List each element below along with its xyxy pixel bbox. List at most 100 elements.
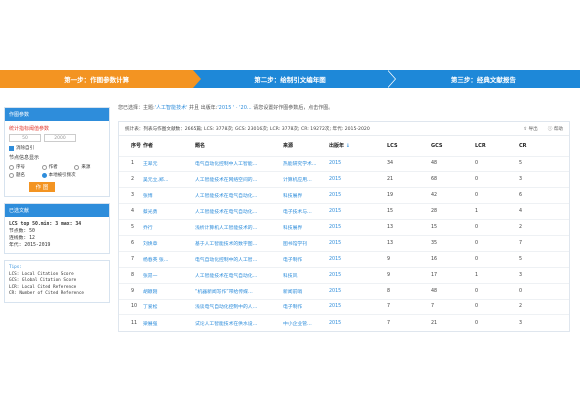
- table-row[interactable]: 10 丁爱松 浅谈电气自动化控制中的人… 电子制作 2015 7 7 0 2: [119, 298, 569, 315]
- cell-index: 6: [119, 234, 143, 252]
- cell-title[interactable]: 试论人工智能技术在供水设…: [195, 314, 283, 331]
- radio-icon: [9, 164, 14, 170]
- cell-author[interactable]: 梁展强: [143, 314, 195, 331]
- cell-source[interactable]: 电子制作: [283, 298, 329, 315]
- col-author[interactable]: 作者: [143, 136, 195, 156]
- table-row[interactable]: 6 刘焕章 基于人工智能技术的数字图… 图书馆学刊 2015 13 35 0 7: [119, 234, 569, 252]
- cell-lcr: 1: [475, 203, 519, 220]
- cell-lcs: 21: [387, 171, 431, 188]
- remove-self-citation-checkbox[interactable]: [9, 145, 14, 151]
- stats-bar: 统计表：列表与作图文献数：2665篇; LCS: 3778次; GCS: 230…: [119, 122, 569, 136]
- step-1-tab[interactable]: 第一步：作图参数计算: [0, 70, 202, 88]
- cell-index: 5: [119, 219, 143, 236]
- cell-author[interactable]: 吴元立,郑…: [143, 171, 195, 188]
- threshold-hint: 统计指标阈值参数: [9, 126, 50, 132]
- remove-self-citation[interactable]: 消除自引: [9, 145, 105, 151]
- step-3-tab[interactable]: 第三步：经典文献报告: [386, 70, 580, 88]
- cell-author[interactable]: 刘焕章: [143, 234, 195, 252]
- cell-author[interactable]: 乔行: [143, 219, 195, 236]
- cell-cr: 2: [519, 298, 569, 315]
- table-row[interactable]: 11 梁展强 试论人工智能技术在供水设… 中小企业管… 2015 7 21 0 3: [119, 314, 569, 331]
- cell-gcs: 21: [431, 314, 475, 331]
- export-button[interactable]: ⇪ 导出: [523, 126, 538, 132]
- cell-title[interactable]: 人工智能技术在网络空间的…: [195, 171, 283, 188]
- cell-title[interactable]: 电气自动化控制中的人工智…: [195, 250, 283, 268]
- cell-title[interactable]: 人工智能技术在电气自动化…: [195, 266, 283, 284]
- threshold-input-1[interactable]: 50: [9, 134, 41, 142]
- cell-source[interactable]: 图书馆学刊: [283, 234, 329, 252]
- cell-gcs: 17: [431, 266, 475, 284]
- results-table: 序号 作者 题名 来源 出版年 ↓ LCS GCS LCR CR 1 王翠元 电气自…: [119, 136, 569, 331]
- cell-title[interactable]: 基于人工智能技术的数字图…: [195, 234, 283, 252]
- threshold-input-2[interactable]: 2000: [44, 134, 76, 142]
- cell-source[interactable]: 新闻前哨: [283, 282, 329, 300]
- cell-source[interactable]: 热能研究学术…: [283, 155, 329, 172]
- col-source[interactable]: 来源: [283, 136, 329, 156]
- cell-source[interactable]: 电子技术与…: [283, 203, 329, 220]
- crumb-suffix: 请您设置好作图参数后，点击作图。: [253, 105, 334, 111]
- tips-panel: Tips: LCS: Local Citation Score GCS: Glo…: [4, 260, 110, 303]
- cell-cr: 4: [519, 203, 569, 220]
- tip-line: CR: Number of Cited Reference: [9, 291, 85, 296]
- option-local-cited[interactable]: 本地被引频次: [41, 172, 105, 178]
- cell-title[interactable]: 人工智能技术在电气自动化…: [195, 203, 283, 220]
- cell-source[interactable]: 计算机应用…: [283, 171, 329, 188]
- cell-author[interactable]: 张博: [143, 187, 195, 204]
- selection-breadcrumb: 您已选择：主题:'人工智能技术' 并且 出版年:'2015 ' · '20...…: [118, 104, 570, 111]
- option-index[interactable]: 序号: [9, 164, 40, 170]
- cell-cr: 3: [519, 314, 569, 331]
- cell-author[interactable]: 杨春英 张…: [143, 250, 195, 268]
- cell-cr: 5: [519, 155, 569, 172]
- col-cr[interactable]: CR: [519, 136, 569, 156]
- remove-self-citation-label: 消除自引: [16, 146, 34, 151]
- cell-source[interactable]: 电子制作: [283, 250, 329, 268]
- cell-gcs: 68: [431, 171, 475, 188]
- cell-source[interactable]: 中小企业管…: [283, 314, 329, 331]
- cell-gcs: 15: [431, 219, 475, 236]
- cell-cr: 2: [519, 219, 569, 236]
- plot-button[interactable]: 作 图: [29, 182, 55, 192]
- table-row[interactable]: 4 蔡光勇 人工智能技术在电气自动化… 电子技术与… 2015 15 28 1 4: [119, 203, 569, 220]
- table-row[interactable]: 1 王翠元 电气自动化控制中人工智能… 热能研究学术… 2015 34 48 0 5: [119, 155, 569, 172]
- help-button[interactable]: ⓘ 帮助: [548, 126, 563, 132]
- cell-lcr: 0: [475, 298, 519, 315]
- cell-title[interactable]: 人工智能技术在电气自动化…: [195, 187, 283, 204]
- table-row[interactable]: 5 乔行 浅析计算机人工智能技术的… 科技展界 2015 13 15 0 2: [119, 219, 569, 236]
- option-author[interactable]: 作者: [41, 164, 73, 170]
- cell-author[interactable]: 丁爱松: [143, 298, 195, 315]
- cell-source[interactable]: 科技展界: [283, 219, 329, 236]
- table-row[interactable]: 7 杨春英 张… 电气自动化控制中的人工智… 电子制作 2015 9 16 0 5: [119, 250, 569, 268]
- col-title[interactable]: 题名: [195, 136, 283, 156]
- cell-title[interactable]: 浅谈电气自动化控制中的人…: [195, 298, 283, 315]
- help-icon: ⓘ: [547, 126, 553, 132]
- step-2-label: 第二步：绘制引文编年图: [254, 76, 326, 84]
- col-lcs[interactable]: LCS: [387, 136, 431, 156]
- cell-author[interactable]: 张昂一: [143, 266, 195, 284]
- step-bar: 第一步：作图参数计算 第二步：绘制引文编年图 第三步：经典文献报告: [0, 70, 580, 88]
- crumb-mid: 并且 出版年:: [189, 105, 218, 111]
- col-year[interactable]: 出版年 ↓: [329, 136, 387, 156]
- cell-source[interactable]: 科技风: [283, 266, 329, 284]
- cell-title[interactable]: 电气自动化控制中人工智能…: [195, 155, 283, 172]
- table-row[interactable]: 3 张博 人工智能技术在电气自动化… 科技展界 2015 19 42 0 6: [119, 187, 569, 204]
- sort-down-icon: ↓: [345, 143, 350, 150]
- step-1-label: 第一步：作图参数计算: [64, 76, 130, 84]
- col-gcs[interactable]: GCS: [431, 136, 475, 156]
- cell-title[interactable]: “机器新闻写作”带给传媒…: [195, 282, 283, 300]
- col-lcr[interactable]: LCR: [475, 136, 519, 156]
- table-row[interactable]: 8 张昂一 人工智能技术在电气自动化… 科技风 2015 9 17 1 3: [119, 266, 569, 284]
- cell-source[interactable]: 科技展界: [283, 187, 329, 204]
- cell-lcr: 0: [475, 282, 519, 300]
- cell-gcs: 48: [431, 282, 475, 300]
- cell-title[interactable]: 浅析计算机人工智能技术的…: [195, 219, 283, 236]
- option-source[interactable]: 来源: [74, 164, 105, 170]
- table-row[interactable]: 2 吴元立,郑… 人工智能技术在网络空间的… 计算机应用… 2015 21 68 0 3: [119, 171, 569, 188]
- cell-author[interactable]: 胡颖刚: [143, 282, 195, 300]
- cell-author[interactable]: 王翠元: [143, 155, 195, 172]
- export-icon: ⇪: [523, 126, 528, 132]
- table-row[interactable]: 9 胡颖刚 “机器新闻写作”带给传媒… 新闻前哨 2015 8 48 0 0: [119, 282, 569, 300]
- params-title: 作图参数: [5, 108, 109, 121]
- step-2-tab[interactable]: 第二步：绘制引文编年图: [193, 70, 397, 88]
- cell-author[interactable]: 蔡光勇: [143, 203, 195, 220]
- option-title[interactable]: 题名: [9, 172, 40, 178]
